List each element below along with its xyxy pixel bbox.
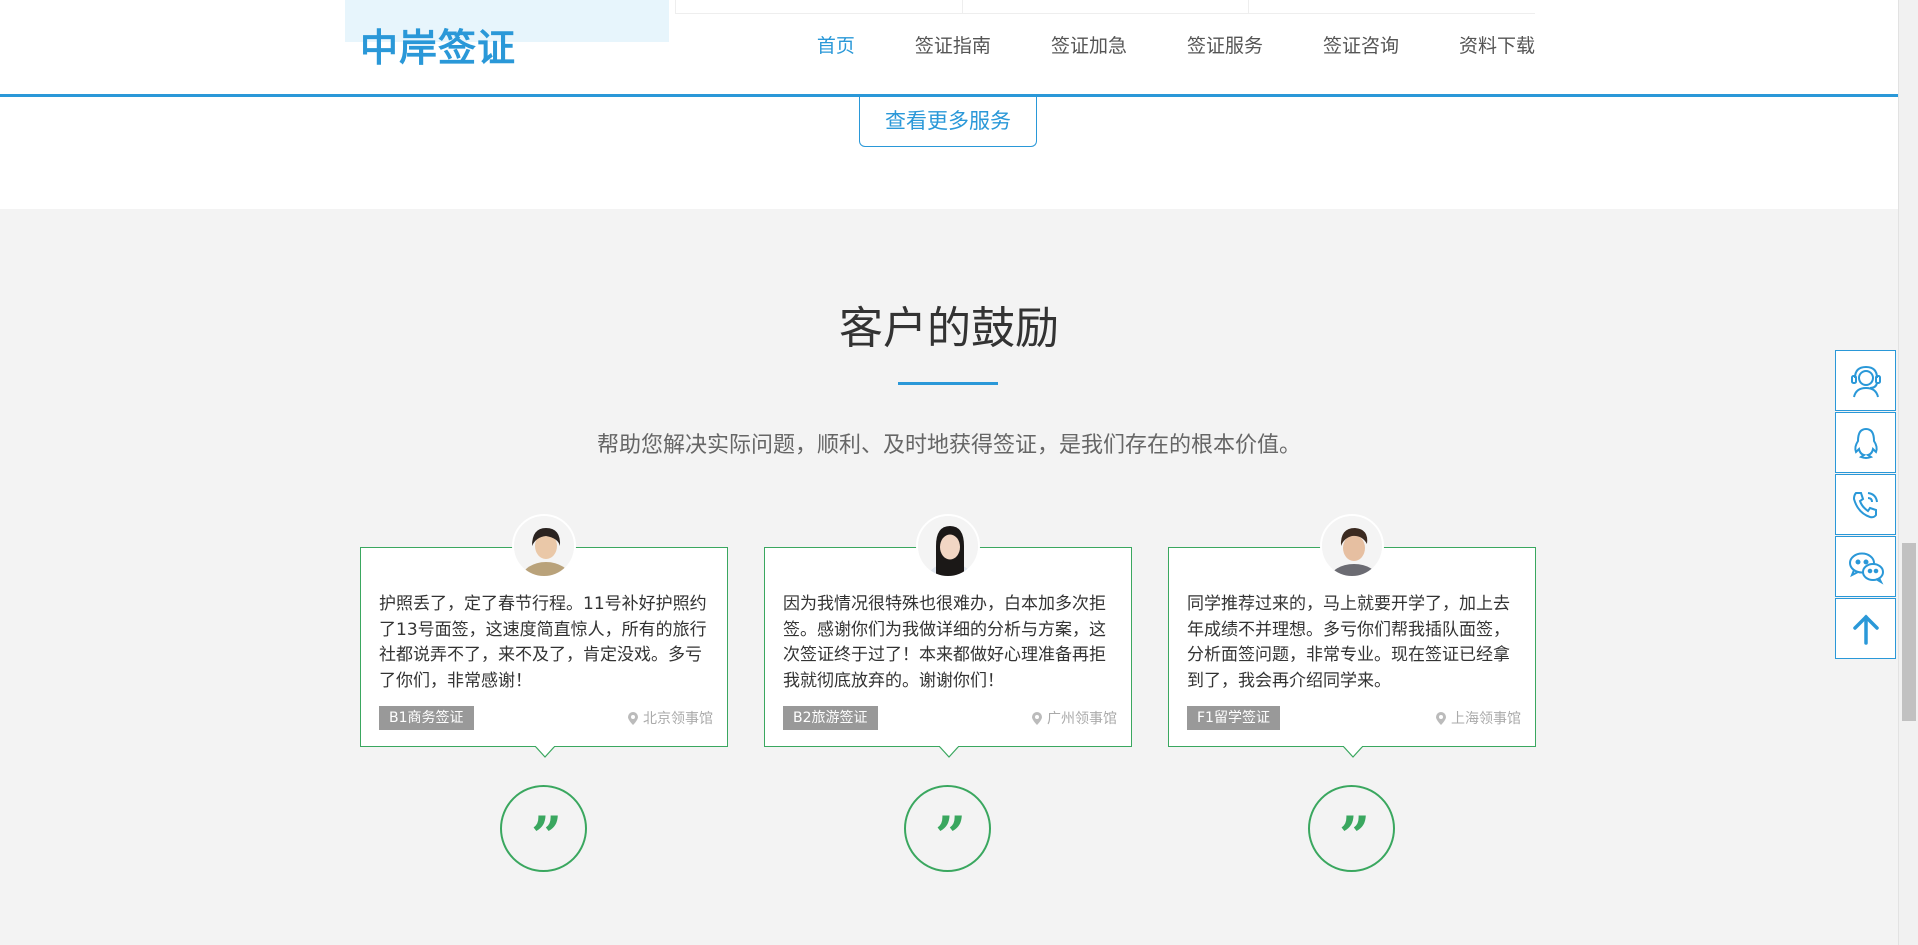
wechat-icon <box>1848 552 1884 585</box>
title-underline <box>898 382 998 385</box>
section-subtitle: 帮助您解决实际问题，顺利、及时地获得签证，是我们存在的根本价值。 <box>596 433 1301 458</box>
testimonial-card: 护照丢了，定了春节行程。11号补好护照约了13号面签，这速度简直惊人，所有的旅行… <box>360 514 728 758</box>
nav-item-visa-consult[interactable]: 签证咨询 <box>1323 30 1399 62</box>
floating-toolbar <box>1835 350 1896 660</box>
back-to-top-button[interactable] <box>1835 598 1896 659</box>
quote-icon: ” <box>500 785 587 872</box>
arrow-up-icon <box>1852 614 1879 645</box>
section-title: 客户的鼓励 <box>839 303 1059 354</box>
location-pin-icon <box>628 711 638 725</box>
speech-arrow <box>939 746 959 758</box>
quote-mark: ” <box>530 803 562 868</box>
consulate-location: 北京领事馆 <box>628 708 713 728</box>
header-dropdown-remnant <box>675 0 1536 14</box>
testimonial-text: 护照丢了，定了春节行程。11号补好护照约了13号面签，这速度简直惊人，所有的旅行… <box>379 594 707 691</box>
testimonial-card: 因为我情况很特殊也很难办，白本加多次拒签。感谢你们为我做详细的分析与方案，这次签… <box>764 514 1132 758</box>
phone-contact-button[interactable] <box>1835 474 1896 535</box>
more-services-button[interactable]: 查看更多服务 <box>859 94 1037 147</box>
visa-type-tag: F1留学签证 <box>1187 706 1280 730</box>
location-label: 广州领事馆 <box>1047 711 1117 727</box>
main-nav: 首页 签证指南 签证加急 签证服务 签证咨询 资料下载 <box>757 30 1535 62</box>
location-label: 上海领事馆 <box>1451 711 1521 727</box>
wechat-contact-button[interactable] <box>1835 536 1896 597</box>
testimonial-card: 同学推荐过来的，马上就要开学了，加上去年成绩不并理想。多亏你们帮我插队面签，分析… <box>1168 514 1536 758</box>
qq-contact-button[interactable] <box>1835 412 1896 473</box>
scrollbar-thumb[interactable] <box>1902 543 1916 721</box>
nav-item-visa-service[interactable]: 签证服务 <box>1187 30 1263 62</box>
location-pin-icon <box>1032 711 1042 725</box>
quote-mark: ” <box>1338 803 1370 868</box>
visa-type-tag: B1商务签证 <box>379 706 474 730</box>
avatar <box>512 514 576 578</box>
consulate-location: 广州领事馆 <box>1032 708 1117 728</box>
page-scrollbar[interactable] <box>1898 0 1918 945</box>
quote-mark: ” <box>934 803 966 868</box>
location-pin-icon <box>1436 711 1446 725</box>
avatar <box>916 514 980 578</box>
testimonial-text: 同学推荐过来的，马上就要开学了，加上去年成绩不并理想。多亏你们帮我插队面签，分析… <box>1187 594 1510 691</box>
speech-arrow <box>535 746 555 758</box>
speech-arrow <box>1343 746 1363 758</box>
quote-icon: ” <box>1308 785 1395 872</box>
consulate-location: 上海领事馆 <box>1436 708 1521 728</box>
testimonials-section: 客户的鼓励 帮助您解决实际问题，顺利、及时地获得签证，是我们存在的根本价值。 护… <box>0 209 1898 945</box>
quote-icon: ” <box>904 785 991 872</box>
qq-icon <box>1853 427 1878 459</box>
logo-text: 中岸签证 <box>360 25 517 70</box>
nav-item-home[interactable]: 首页 <box>817 30 855 62</box>
customer-service-button[interactable] <box>1835 350 1896 411</box>
avatar <box>1320 514 1384 578</box>
site-header: 中岸签证 首页 签证指南 签证加急 签证服务 签证咨询 资料下载 <box>0 0 1898 97</box>
nav-item-downloads[interactable]: 资料下载 <box>1459 30 1535 62</box>
phone-icon <box>1852 491 1878 518</box>
nav-item-visa-guide[interactable]: 签证指南 <box>915 30 991 62</box>
nav-item-visa-express[interactable]: 签证加急 <box>1051 30 1127 62</box>
testimonial-text: 因为我情况很特殊也很难办，白本加多次拒签。感谢你们为我做详细的分析与方案，这次签… <box>783 594 1106 691</box>
location-label: 北京领事馆 <box>643 711 713 727</box>
headset-icon <box>1850 365 1881 397</box>
header-inner: 中岸签证 首页 签证指南 签证加急 签证服务 签证咨询 资料下载 <box>345 0 1536 94</box>
visa-type-tag: B2旅游签证 <box>783 706 878 730</box>
site-logo[interactable]: 中岸签证 <box>360 20 516 70</box>
